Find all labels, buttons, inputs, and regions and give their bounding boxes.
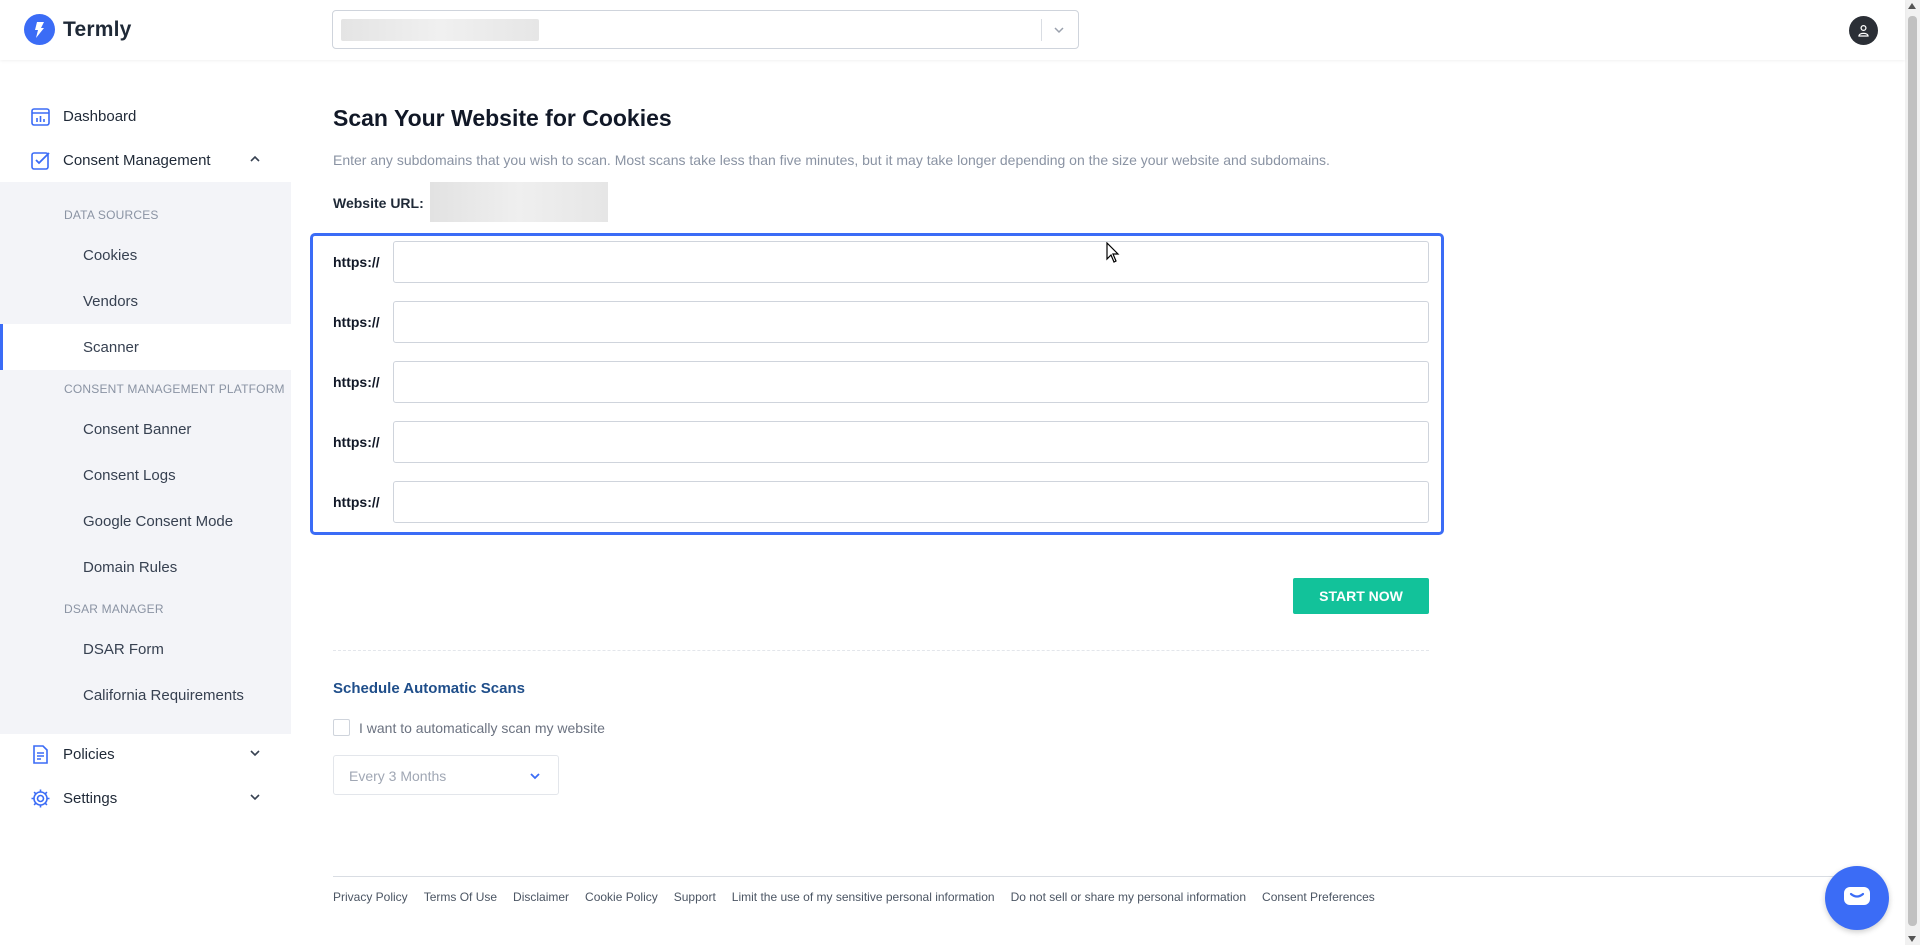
footer-link[interactable]: Consent Preferences: [1262, 890, 1375, 904]
sidebar-item-consent-management[interactable]: Consent Management: [30, 150, 262, 171]
selector-separator: [1041, 19, 1042, 41]
subdomain-row: https://: [333, 421, 1429, 463]
page-description: Enter any subdomains that you wish to sc…: [333, 152, 1330, 168]
chevron-down-icon[interactable]: [1050, 21, 1068, 39]
gear-icon: [31, 789, 50, 808]
chat-bubble-icon: [1844, 887, 1870, 905]
sidebar-item-dashboard[interactable]: Dashboard: [30, 106, 262, 127]
subdomain-input-3[interactable]: [393, 361, 1429, 403]
chevron-up-icon[interactable]: [248, 152, 262, 166]
sidebar-item-google-consent-mode[interactable]: Google Consent Mode: [83, 513, 233, 530]
sidebar-item-label: Settings: [63, 790, 118, 807]
sidebar-bottom-section: [0, 734, 291, 945]
subdomain-prefix: https://: [333, 314, 380, 330]
footer-link[interactable]: Cookie Policy: [585, 890, 658, 904]
website-url-value-redacted: [430, 182, 608, 222]
subdomain-row: https://: [333, 361, 1429, 403]
auto-scan-checkbox[interactable]: [333, 719, 350, 736]
page-scrollbar[interactable]: [1905, 0, 1920, 945]
sidebar-item-policies[interactable]: Policies: [30, 744, 262, 765]
subdomain-prefix: https://: [333, 254, 380, 270]
start-now-button[interactable]: START NOW: [1293, 578, 1429, 614]
consent-checklist-icon: [31, 152, 50, 170]
website-url-label: Website URL:: [333, 195, 424, 211]
scan-frequency-select[interactable]: Every 3 Months: [333, 755, 559, 795]
footer-links: Privacy Policy Terms Of Use Disclaimer Cook…: [333, 890, 1375, 904]
termly-logo-icon: [24, 14, 55, 45]
sidebar-item-consent-logs[interactable]: Consent Logs: [83, 467, 176, 484]
subdomain-input-5[interactable]: [393, 481, 1429, 523]
schedule-scans-title: Schedule Automatic Scans: [333, 680, 525, 697]
subdomain-input-1[interactable]: [393, 241, 1429, 283]
sidebar-item-vendors[interactable]: Vendors: [83, 293, 138, 310]
footer-divider: [333, 876, 1873, 877]
scan-frequency-value: Every 3 Months: [349, 768, 447, 784]
scroll-up-arrow-icon[interactable]: [1908, 3, 1916, 9]
sidebar-item-domain-rules[interactable]: Domain Rules: [83, 559, 177, 576]
subdomain-prefix: https://: [333, 374, 380, 390]
sidebar-item-scanner-active-bg[interactable]: [0, 324, 291, 370]
chevron-down-icon: [530, 773, 540, 780]
subdomain-row: https://: [333, 301, 1429, 343]
dashboard-icon: [31, 108, 50, 126]
footer-link[interactable]: Privacy Policy: [333, 890, 408, 904]
sidebar: [0, 60, 291, 945]
policies-document-icon: [33, 745, 48, 764]
top-bar: Termly: [0, 0, 1905, 60]
user-icon: [1858, 24, 1869, 37]
scroll-down-arrow-icon[interactable]: [1908, 936, 1916, 942]
footer-link[interactable]: Limit the use of my sensitive personal i…: [732, 890, 995, 904]
sidebar-item-california-requirements[interactable]: California Requirements: [83, 687, 244, 704]
sidebar-item-scanner[interactable]: Scanner: [83, 339, 139, 356]
section-heading-cmp: CONSENT MANAGEMENT PLATFORM: [64, 382, 285, 396]
chevron-down-icon[interactable]: [248, 746, 262, 760]
footer-link[interactable]: Support: [674, 890, 716, 904]
subdomain-row: https://: [333, 481, 1429, 523]
section-heading-data-sources: DATA SOURCES: [64, 208, 159, 222]
website-selector-value-redacted: [341, 19, 539, 41]
footer-link[interactable]: Do not sell or share my personal informa…: [1011, 890, 1246, 904]
section-heading-dsar-manager: DSAR MANAGER: [64, 602, 164, 616]
sidebar-item-label: Policies: [63, 746, 115, 763]
sidebar-item-label: Dashboard: [63, 108, 137, 125]
sidebar-item-settings[interactable]: Settings: [30, 788, 262, 809]
app-name: Termly: [63, 17, 132, 41]
page-title: Scan Your Website for Cookies: [333, 105, 672, 131]
sidebar-item-consent-banner[interactable]: Consent Banner: [83, 421, 191, 438]
section-divider: [333, 650, 1429, 651]
website-selector[interactable]: [332, 10, 1079, 49]
subdomain-prefix: https://: [333, 434, 380, 450]
subdomain-prefix: https://: [333, 494, 380, 510]
mouse-cursor-icon: [1106, 242, 1120, 263]
user-avatar[interactable]: [1849, 16, 1878, 45]
auto-scan-checkbox-label: I want to automatically scan my website: [359, 719, 605, 736]
chevron-down-icon[interactable]: [248, 790, 262, 804]
sidebar-item-cookies[interactable]: Cookies: [83, 247, 137, 264]
termly-logo[interactable]: Termly: [24, 14, 132, 45]
sidebar-item-label: Consent Management: [63, 152, 211, 169]
scrollbar-thumb[interactable]: [1908, 16, 1917, 926]
footer-link[interactable]: Terms Of Use: [424, 890, 497, 904]
sidebar-item-dsar-form[interactable]: DSAR Form: [83, 641, 164, 658]
auto-scan-checkbox-row[interactable]: I want to automatically scan my website: [333, 719, 605, 736]
subdomain-input-4[interactable]: [393, 421, 1429, 463]
chat-support-button[interactable]: [1825, 866, 1889, 930]
subdomain-input-2[interactable]: [393, 301, 1429, 343]
subdomain-row: https://: [333, 241, 1429, 283]
footer-link[interactable]: Disclaimer: [513, 890, 569, 904]
